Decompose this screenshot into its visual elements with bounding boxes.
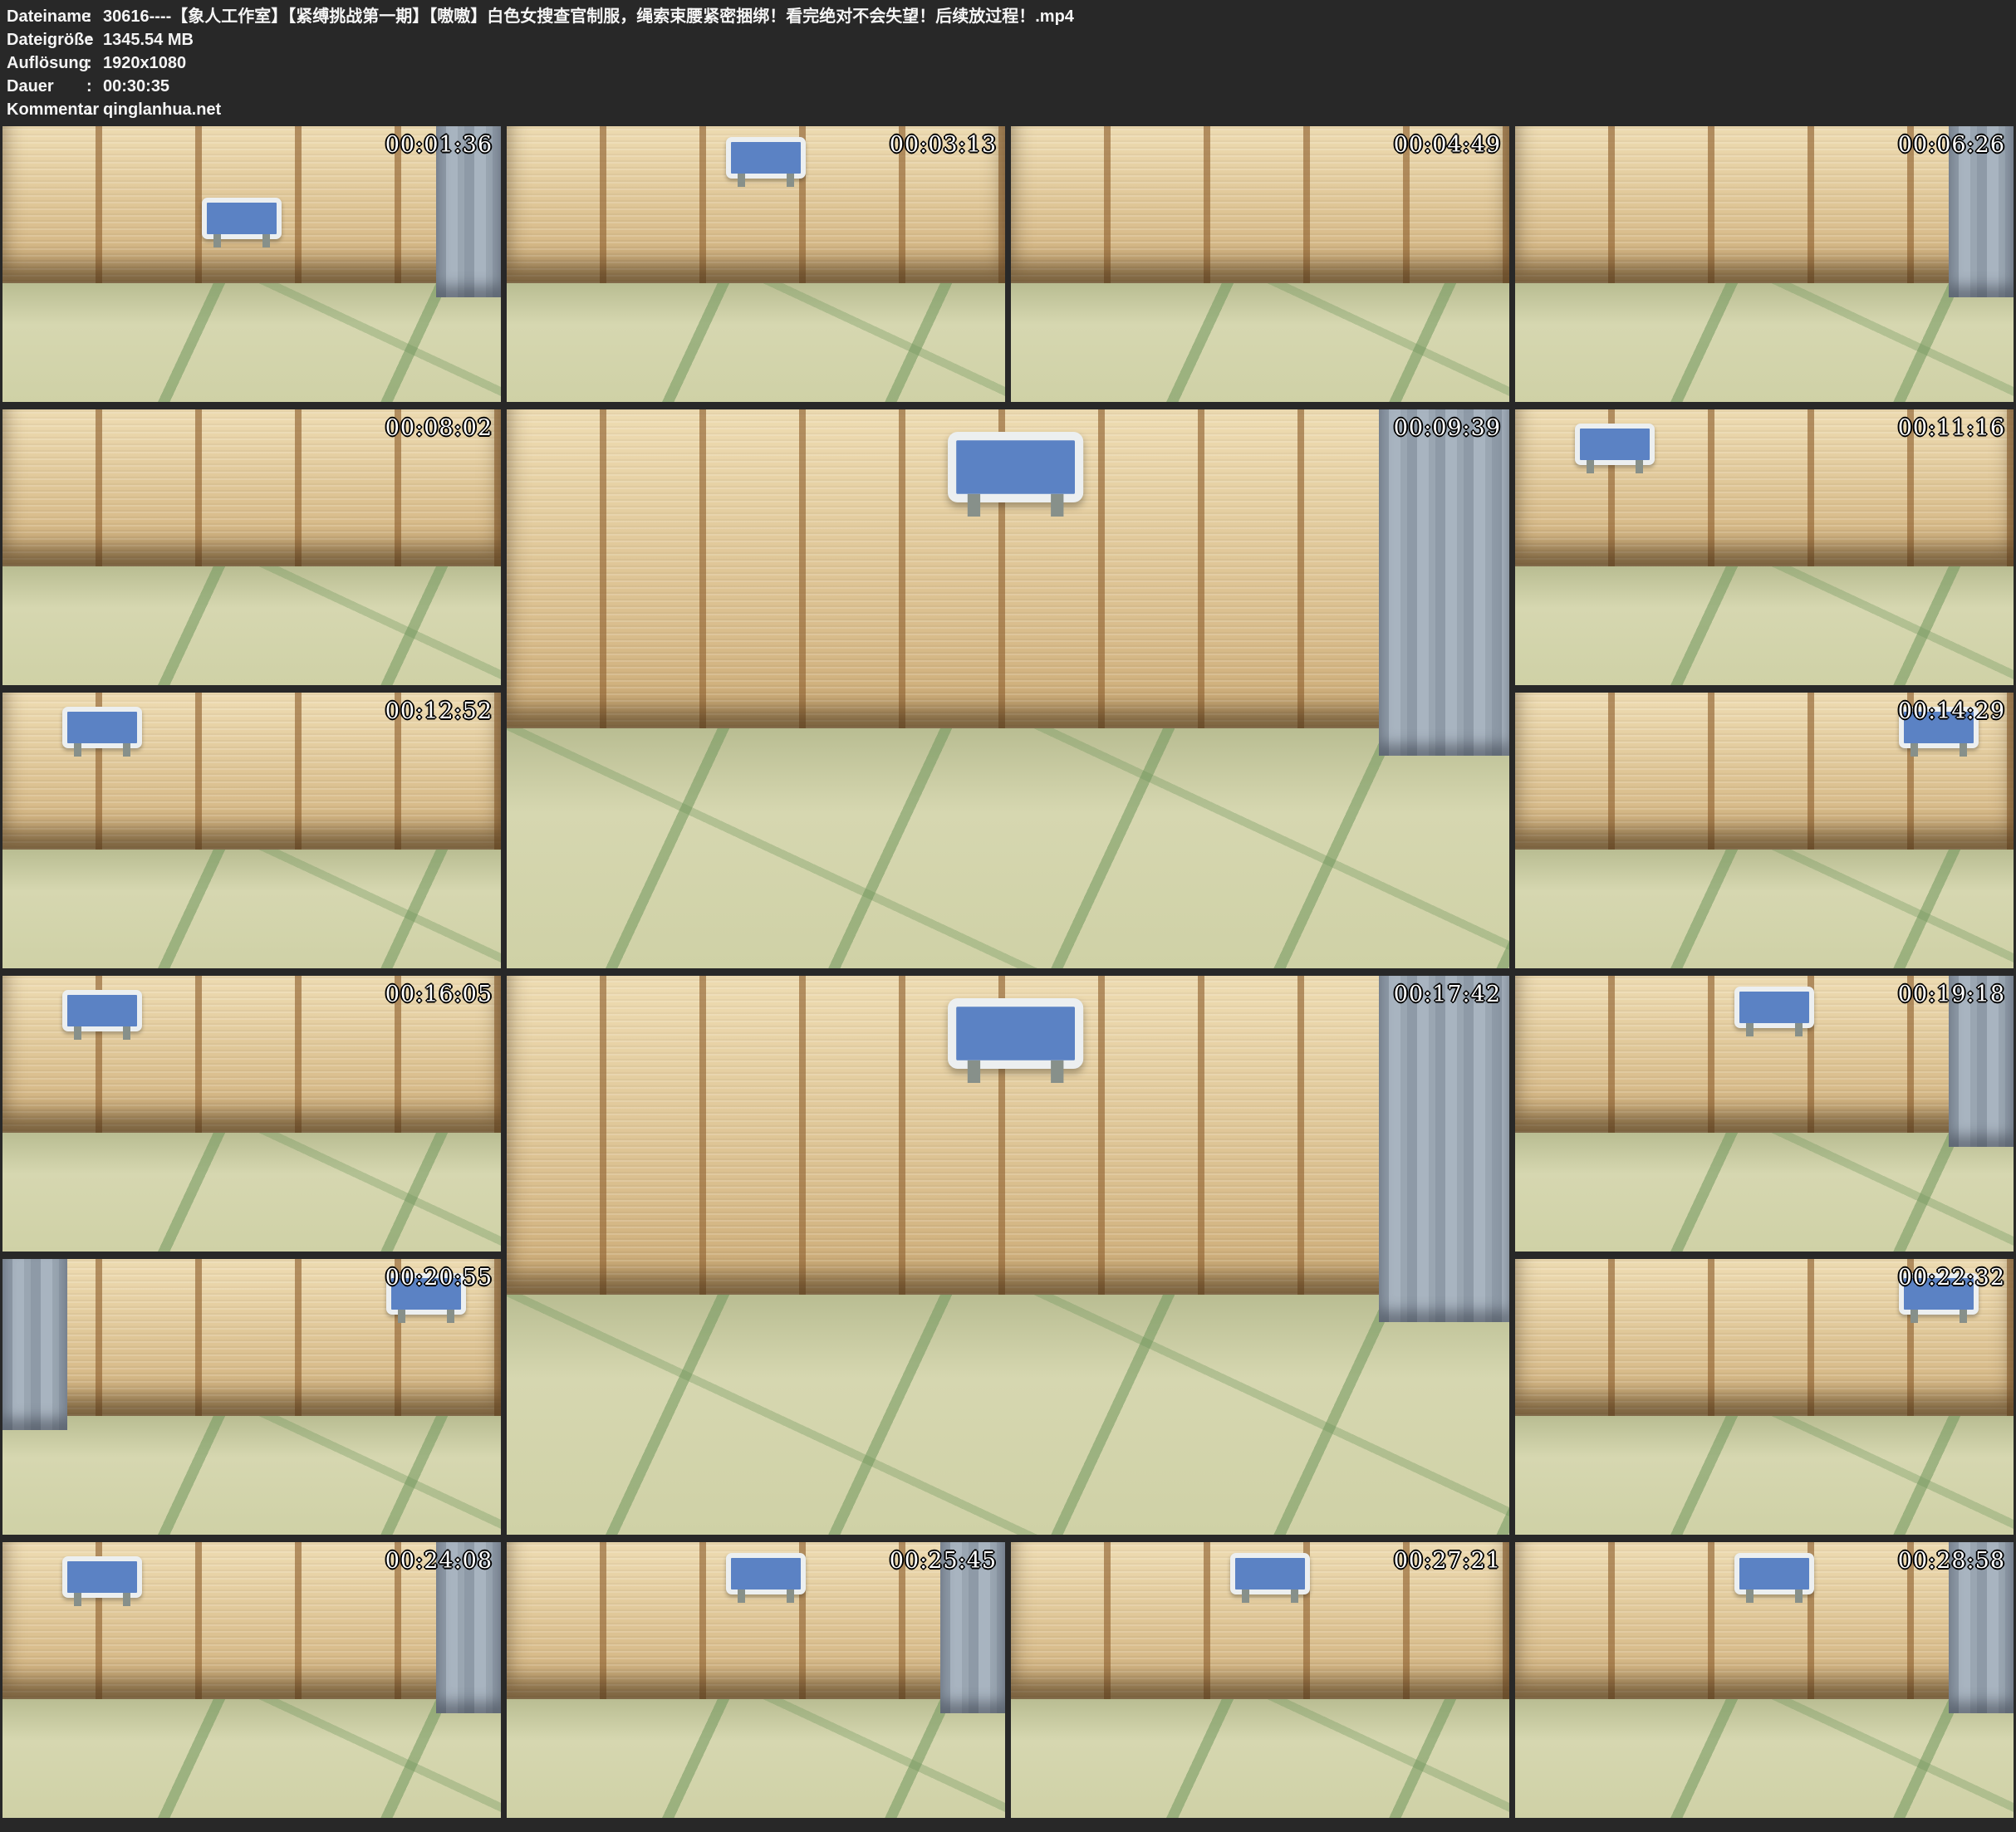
timestamp-overlay: 00:28:58 [1898, 1548, 2005, 1574]
tatami-floor-placeholder [507, 283, 1005, 402]
file-info-header: Dateiname:30616----【象人工作室】【紧缚挑战第一期】【嗷嗷】白… [7, 5, 2009, 123]
video-thumbnail-15: 00:24:08 [2, 1542, 501, 1818]
stool-placeholder [62, 1556, 142, 1604]
video-thumbnail-14: 00:22:32 [1515, 1259, 2014, 1535]
field-separator: : [86, 98, 103, 121]
timestamp-overlay: 00:11:16 [1898, 415, 2005, 441]
video-thumbnail-9: 00:14:29 [1515, 693, 2014, 968]
timestamp-overlay: 00:08:02 [385, 415, 493, 441]
curtain-placeholder [2, 1259, 67, 1430]
tatami-floor-placeholder [2, 850, 501, 968]
stool-placeholder [62, 707, 142, 755]
video-thumbnail-17: 00:27:21 [1011, 1542, 1509, 1818]
resolution-value: 1920x1080 [103, 51, 186, 75]
tatami-floor-placeholder [2, 566, 501, 685]
tatami-floor-placeholder [1515, 283, 2014, 402]
stool-placeholder [726, 1553, 806, 1601]
video-thumbnail-10: 00:16:05 [2, 976, 501, 1252]
timestamp-overlay: 00:12:52 [385, 698, 493, 724]
video-contact-sheet: Dateiname:30616----【象人工作室】【紧缚挑战第一期】【嗷嗷】白… [0, 0, 2016, 1832]
stool-placeholder [1575, 424, 1655, 472]
field-separator: : [86, 51, 103, 75]
tatami-floor-placeholder [1515, 1699, 2014, 1818]
stool-placeholder [202, 198, 282, 246]
timestamp-overlay: 00:25:45 [890, 1548, 997, 1574]
timestamp-overlay: 00:20:55 [385, 1265, 493, 1291]
tatami-floor-placeholder [1515, 1133, 2014, 1252]
timestamp-overlay: 00:19:18 [1898, 982, 2005, 1007]
timestamp-overlay: 00:22:32 [1898, 1265, 2005, 1291]
stool-placeholder [1734, 1553, 1814, 1601]
timestamp-overlay: 00:09:39 [1394, 415, 1501, 441]
tatami-floor-placeholder [1011, 1699, 1509, 1818]
thumbnail-grid: 00:01:36 00:03:13 00:04:49 00:06:26 00:0… [2, 126, 2014, 1818]
field-separator: : [86, 75, 103, 98]
stool-placeholder [1734, 987, 1814, 1035]
video-thumbnail-13: 00:20:55 [2, 1259, 501, 1535]
tatami-floor-placeholder [507, 1699, 1005, 1818]
field-label: Dauer [7, 75, 86, 98]
timestamp-overlay: 00:27:21 [1394, 1548, 1501, 1574]
comment-value: qinglanhua.net [103, 98, 221, 121]
duration-value: 00:30:35 [103, 75, 169, 98]
tatami-floor-placeholder [1515, 1416, 2014, 1535]
timestamp-overlay: 00:17:42 [1394, 982, 1501, 1007]
timestamp-overlay: 00:04:49 [1394, 132, 1501, 158]
file-info-row-resolution: Auflösung:1920x1080 [7, 51, 2009, 75]
timestamp-overlay: 00:16:05 [385, 982, 493, 1007]
file-info-row-filename: Dateiname:30616----【象人工作室】【紧缚挑战第一期】【嗷嗷】白… [7, 5, 2009, 28]
field-label: Dateigröße [7, 28, 86, 51]
tatami-floor-placeholder [1515, 850, 2014, 968]
video-thumbnail-3: 00:04:49 [1011, 126, 1509, 402]
video-thumbnail-1: 00:01:36 [2, 126, 501, 402]
tatami-floor-placeholder [2, 1699, 501, 1818]
stool-placeholder [948, 432, 1083, 514]
video-thumbnail-11-large: 00:17:42 [507, 976, 1509, 1535]
field-separator: : [86, 28, 103, 51]
video-thumbnail-7: 00:11:16 [1515, 409, 2014, 685]
video-thumbnail-6-large: 00:09:39 [507, 409, 1509, 968]
video-thumbnail-8: 00:12:52 [2, 693, 501, 968]
filename-value: 30616----【象人工作室】【紧缚挑战第一期】【嗷嗷】白色女搜查官制服，绳索… [103, 5, 1074, 28]
tatami-floor-placeholder [507, 728, 1509, 968]
tatami-floor-placeholder [2, 283, 501, 402]
file-info-row-filesize: Dateigröße:1345.54 MB [7, 28, 2009, 51]
filesize-value: 1345.54 MB [103, 28, 194, 51]
timestamp-overlay: 00:24:08 [385, 1548, 493, 1574]
timestamp-overlay: 00:03:13 [890, 132, 997, 158]
video-thumbnail-4: 00:06:26 [1515, 126, 2014, 402]
tatami-floor-placeholder [1515, 566, 2014, 685]
curtain-placeholder [1379, 409, 1509, 756]
video-thumbnail-5: 00:08:02 [2, 409, 501, 685]
video-thumbnail-2: 00:03:13 [507, 126, 1005, 402]
tatami-floor-placeholder [1011, 283, 1509, 402]
tatami-floor-placeholder [2, 1416, 501, 1535]
field-label: Auflösung [7, 51, 86, 75]
file-info-row-comment: Kommentar:qinglanhua.net [7, 98, 2009, 121]
field-separator: : [86, 5, 103, 28]
tatami-floor-placeholder [507, 1295, 1509, 1535]
video-thumbnail-18: 00:28:58 [1515, 1542, 2014, 1818]
timestamp-overlay: 00:01:36 [385, 132, 493, 158]
timestamp-overlay: 00:14:29 [1898, 698, 2005, 724]
video-thumbnail-16: 00:25:45 [507, 1542, 1005, 1818]
timestamp-overlay: 00:06:26 [1898, 132, 2005, 158]
curtain-placeholder [1379, 976, 1509, 1322]
stool-placeholder [948, 998, 1083, 1080]
stool-placeholder [62, 990, 142, 1038]
stool-placeholder [1230, 1553, 1310, 1601]
field-label: Kommentar [7, 98, 86, 121]
video-thumbnail-12: 00:19:18 [1515, 976, 2014, 1252]
stool-placeholder [726, 137, 806, 185]
file-info-row-duration: Dauer:00:30:35 [7, 75, 2009, 98]
tatami-floor-placeholder [2, 1133, 501, 1252]
field-label: Dateiname [7, 5, 86, 28]
